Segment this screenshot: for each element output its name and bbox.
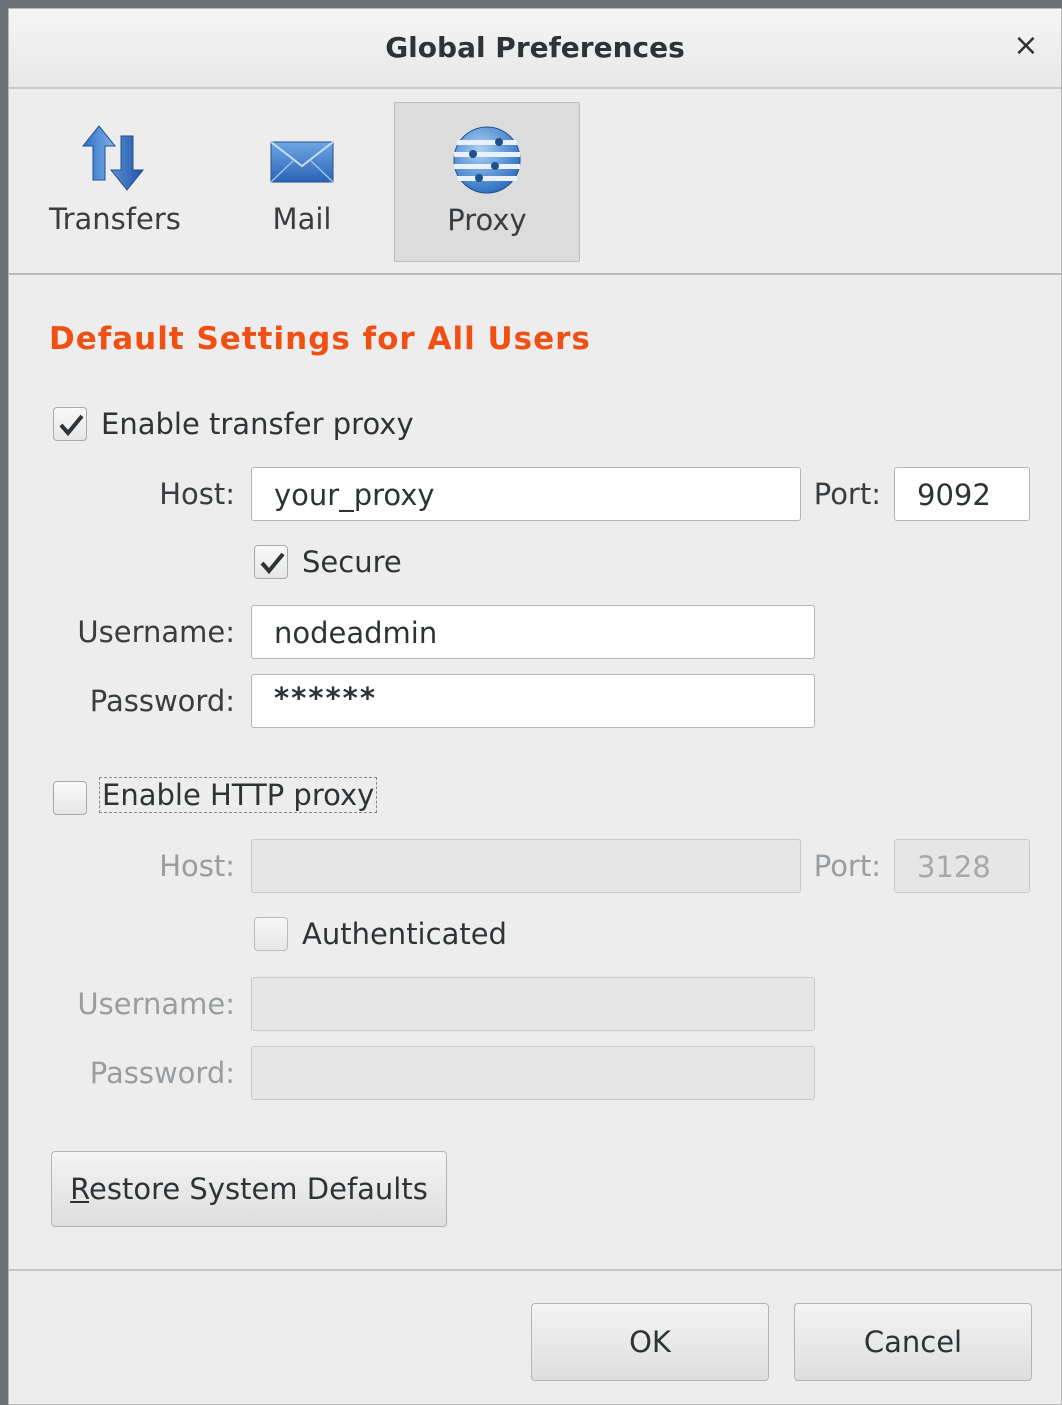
http-username-input[interactable]: [251, 977, 815, 1031]
http-port-label: Port:: [813, 849, 881, 883]
transfer-port-input[interactable]: 9092: [894, 467, 1030, 521]
transfers-icon: [77, 124, 153, 194]
cancel-button[interactable]: Cancel: [794, 1303, 1032, 1381]
restore-defaults-button[interactable]: Restore System Defaults: [51, 1151, 447, 1227]
proxy-icon: [449, 125, 525, 195]
restore-mnemonic: R: [70, 1172, 89, 1206]
transfer-username-input[interactable]: nodeadmin: [251, 605, 815, 659]
tab-transfers-label: Transfers: [49, 202, 181, 236]
http-host-label: Host:: [159, 849, 235, 883]
tab-transfers[interactable]: Transfers: [22, 102, 208, 262]
window-title: Global Preferences: [385, 31, 685, 64]
transfer-password-input[interactable]: ******: [251, 674, 815, 728]
transfer-port-label: Port:: [813, 477, 881, 511]
authenticated-checkbox[interactable]: [254, 917, 288, 951]
restore-label: estore System Defaults: [89, 1172, 428, 1206]
tab-proxy-label: Proxy: [447, 203, 527, 237]
section-heading: Default Settings for All Users: [49, 321, 591, 357]
title-bar: Global Preferences ×: [9, 9, 1061, 89]
transfer-host-label: Host:: [159, 477, 235, 511]
enable-http-proxy-checkbox[interactable]: [53, 781, 87, 815]
http-username-label: Username:: [77, 987, 235, 1021]
enable-transfer-proxy-label[interactable]: Enable transfer proxy: [101, 407, 414, 441]
secure-label[interactable]: Secure: [302, 545, 402, 579]
tab-mail[interactable]: Mail: [209, 102, 395, 262]
enable-http-proxy-label[interactable]: Enable HTTP proxy: [99, 777, 378, 813]
transfer-host-input[interactable]: your_proxy: [251, 467, 801, 521]
enable-transfer-proxy-checkbox[interactable]: [53, 407, 87, 441]
tab-mail-label: Mail: [272, 202, 332, 236]
mail-icon: [264, 124, 340, 194]
tab-proxy[interactable]: Proxy: [394, 102, 580, 262]
close-icon[interactable]: ×: [1009, 29, 1043, 63]
transfer-password-label: Password:: [89, 684, 235, 718]
footer-separator: [9, 1269, 1061, 1271]
http-password-input[interactable]: [251, 1046, 815, 1100]
secure-checkbox[interactable]: [254, 545, 288, 579]
ok-button[interactable]: OK: [531, 1303, 769, 1381]
http-host-input[interactable]: [251, 839, 801, 893]
authenticated-label[interactable]: Authenticated: [302, 917, 507, 951]
http-port-input[interactable]: 3128: [894, 839, 1030, 893]
preferences-dialog: Global Preferences × Transfers Mail Prox…: [8, 8, 1062, 1405]
checkmark-icon: [59, 414, 84, 437]
http-password-label: Password:: [89, 1056, 235, 1090]
transfer-username-label: Username:: [77, 615, 235, 649]
preferences-toolbar: Transfers Mail Proxy: [9, 89, 1061, 275]
checkmark-icon: [260, 552, 285, 575]
